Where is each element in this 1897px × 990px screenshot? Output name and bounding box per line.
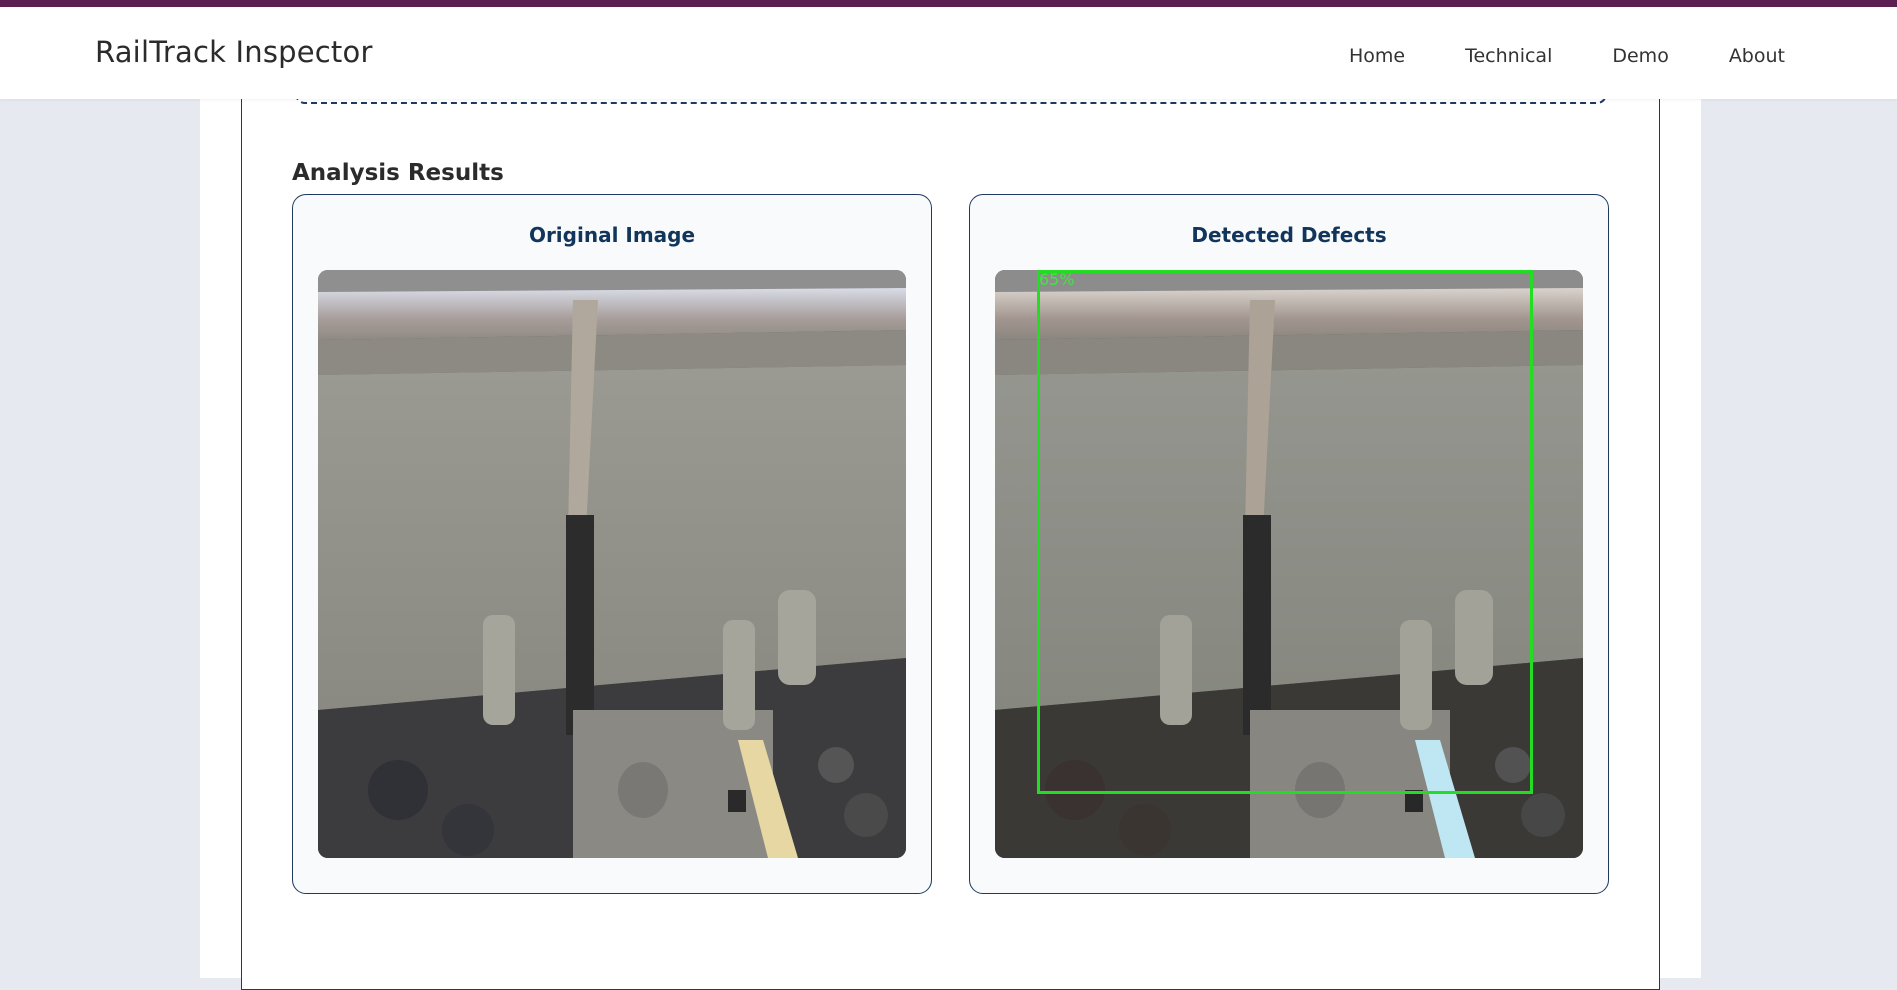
nav-technical-link[interactable]: Technical (1465, 45, 1552, 67)
detected-defects-title: Detected Defects (1191, 223, 1387, 247)
top-accent-stripe (0, 0, 1897, 7)
navbar: RailTrack Inspector Home Technical Demo … (0, 7, 1897, 99)
original-rail-image (318, 270, 906, 858)
analysis-results-heading: Analysis Results (292, 160, 504, 186)
original-image-title: Original Image (528, 223, 696, 247)
detected-rail-image: 65% (995, 270, 1583, 858)
brand-logo[interactable]: RailTrack Inspector (95, 35, 373, 69)
nav-demo-link[interactable]: Demo (1612, 45, 1668, 67)
nav-about-link[interactable]: About (1729, 45, 1785, 67)
rail-photo (318, 270, 906, 858)
defect-confidence-label: 65% (1039, 270, 1075, 289)
original-image-panel: Original Image (292, 194, 932, 894)
defect-bounding-box (1037, 270, 1533, 794)
detected-defects-panel: Detected Defects 65% (969, 194, 1609, 894)
nav-links: Home Technical Demo About (1289, 45, 1785, 67)
nav-home-link[interactable]: Home (1349, 45, 1405, 67)
